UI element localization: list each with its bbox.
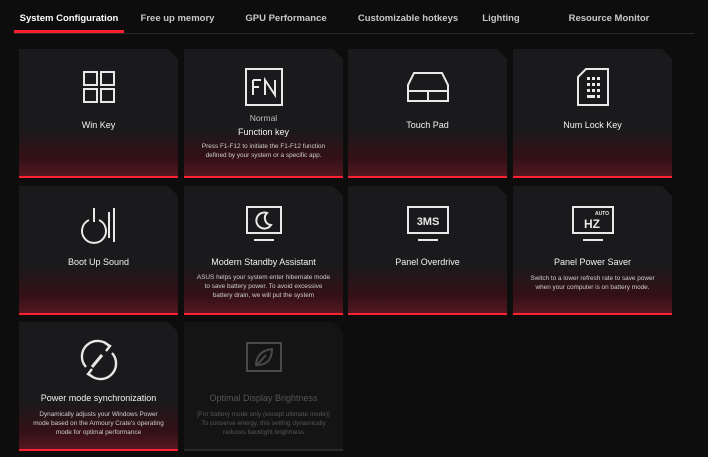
tab-divider [14,33,694,34]
overdrive-3ms-icon: 3MS [348,202,507,246]
fn-key-icon [184,65,343,109]
card-num-lock-key[interactable]: Num Lock Key [513,49,672,178]
numpad-icon [513,65,672,109]
windows-grid-icon [19,65,178,109]
card-title: Win Key [81,120,116,130]
boot-sound-icon [19,202,178,246]
card-power-mode-synchronization[interactable]: Power mode synchronization Dynamically a… [19,322,178,451]
power-sync-icon [19,338,178,382]
card-title: Power mode synchronization [40,393,157,403]
card-title: Num Lock Key [563,120,622,130]
tab-lighting[interactable]: Lighting [475,0,527,32]
card-modern-standby-assistant[interactable]: Modern Standby Assistant ASUS helps your… [184,186,343,315]
card-title: Optimal Display Brightness [209,393,318,403]
card-title: Touch Pad [406,120,449,130]
tab-gpu-performance[interactable]: GPU Performance [236,0,336,32]
card-win-key[interactable]: Win Key [19,49,178,178]
svg-text:3MS: 3MS [416,216,439,228]
card-title: Panel Power Saver [553,257,632,267]
card-optimal-display-brightness: Optimal Display Brightness [For battery … [184,322,343,451]
card-description: Dynamically adjusts your Windows Power m… [33,411,164,437]
card-title: Modern Standby Assistant [211,257,316,267]
card-description: ASUS helps your system enter hibernate m… [196,274,331,300]
card-boot-up-sound[interactable]: Boot Up Sound [19,186,178,315]
tab-customizable-hotkeys[interactable]: Customizable hotkeys [343,0,473,32]
card-touch-pad[interactable]: Touch Pad [348,49,507,178]
card-title: Function key [237,127,290,137]
auto-hz-icon: AUTO HZ [513,202,672,246]
card-panel-overdrive[interactable]: 3MS Panel Overdrive [348,186,507,315]
touchpad-icon [348,65,507,109]
card-title: Panel Overdrive [395,257,460,267]
svg-text:HZ: HZ [584,217,600,231]
card-function-key[interactable]: Normal Function key Press F1-F12 to init… [184,49,343,178]
card-panel-power-saver[interactable]: AUTO HZ Panel Power Saver Switch to a lo… [513,186,672,315]
function-key-status: Normal [249,113,278,123]
card-title: Boot Up Sound [67,257,130,267]
card-description: Switch to a lower refresh rate to save p… [530,275,655,292]
card-description: Press F1-F12 to initiate the F1-F12 func… [201,143,326,160]
tab-free-up-memory[interactable]: Free up memory [130,0,225,32]
standby-moon-icon [184,202,343,246]
leaf-display-icon [184,338,343,382]
tab-bar: System Configuration Free up memory GPU … [0,0,708,34]
card-description: [For battery mode only (except ultimate … [197,411,330,437]
tab-system-configuration[interactable]: System Configuration [14,0,124,32]
tab-resource-monitor[interactable]: Resource Monitor [560,0,658,32]
